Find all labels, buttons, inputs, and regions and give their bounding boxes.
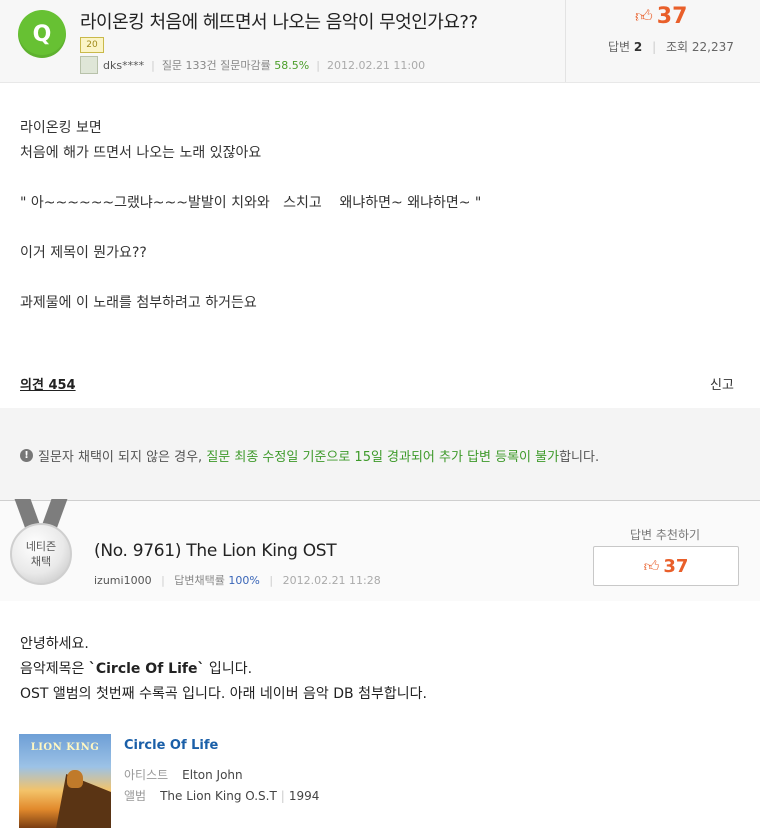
song-album-row: 앨범 The Lion King O.S.T | 1994: [124, 787, 319, 804]
question-body-line: 이거 제목이 뭔가요??: [20, 245, 147, 261]
question-vote-count: 37: [656, 4, 688, 29]
answer-line-suffix: 입니다.: [204, 661, 253, 677]
level-badge: 20: [80, 37, 104, 53]
answer-line: 음악제목은 `Circle Of Life` 입니다.: [20, 657, 427, 682]
artist-label: 아티스트: [124, 768, 169, 782]
notice-highlight: 질문 최종 수정일 기준으로 15일 경과되어 추가 답변 등록이 불가: [206, 450, 560, 465]
divider: |: [652, 40, 657, 54]
divider: |: [161, 574, 165, 587]
answer-author[interactable]: izumi1000: [94, 574, 152, 587]
question-vote[interactable]: 👍︎ 37: [635, 4, 687, 29]
notice-suffix: 합니다.: [559, 450, 600, 465]
answer-body: 안녕하세요. 음악제목은 `Circle Of Life` 입니다. OST 앨…: [20, 632, 427, 707]
divider: |: [151, 58, 155, 72]
album-year: 1994: [288, 789, 320, 803]
comments-link[interactable]: 의견 454: [20, 374, 76, 393]
question-body-line: " 아~~~~~~그랬냐~~~발발이 치와와 스치고 왜냐하면~ 왜냐하면~ ": [20, 195, 482, 211]
divider: |: [316, 58, 320, 72]
question-stats: 답변 2 | 조회 22,237: [608, 38, 734, 55]
answer-line-prefix: 음악제목은: [20, 661, 89, 677]
recommend-label: 답변 추천하기: [630, 528, 701, 542]
artist-name[interactable]: Elton John: [182, 768, 242, 782]
song-artist-row: 아티스트 Elton John: [124, 766, 243, 783]
song-name-bold: `Circle Of Life`: [88, 661, 205, 677]
answers-label: 답변: [608, 40, 631, 54]
question-body-line: 처음에 해가 뜨면서 나오는 노래 있잖아요: [20, 145, 262, 161]
avatar[interactable]: [80, 56, 98, 74]
answer-line: 안녕하세요.: [20, 636, 89, 652]
divider: |: [280, 789, 285, 803]
album-art[interactable]: LION KING: [19, 734, 111, 828]
notice: ! 질문자 채택이 되지 않은 경우, 질문 최종 수정일 기준으로 15일 경…: [20, 446, 599, 465]
notice-prefix: 질문자 채택이 되지 않은 경우,: [38, 450, 203, 465]
recommend-button[interactable]: 👍︎ 37: [593, 546, 739, 586]
album-name[interactable]: The Lion King O.S.T: [160, 789, 277, 803]
close-rate: 58.5%: [274, 58, 310, 72]
answer-line: OST 앨범의 첫번째 수록곡 입니다. 아래 네이버 음악 DB 첨부합니다.: [20, 686, 427, 702]
question-body: 라이온킹 보면 처음에 해가 뜨면서 나오는 노래 있잖아요 " 아~~~~~~…: [20, 116, 481, 316]
answers-count: 2: [633, 40, 643, 54]
divider: |: [269, 574, 274, 587]
album-label: 앨범: [124, 789, 147, 803]
thumbs-up-icon: 👍︎: [643, 556, 660, 575]
info-icon: !: [20, 449, 33, 462]
thumbs-up-icon: 👍︎: [635, 7, 653, 27]
question-body-line: 과제물에 이 노래를 첨부하려고 하거든요: [20, 295, 257, 311]
question-badge-icon: Q: [18, 10, 66, 58]
album-art-title: LION KING: [30, 742, 100, 753]
medal-text: 채택: [30, 555, 52, 568]
report-link[interactable]: 신고: [710, 374, 734, 393]
question-meta: dks**** | 질문 133건 질문마감률 58.5% | 2012.02.…: [80, 56, 425, 74]
medal-text: 네티즌: [25, 540, 57, 553]
views-label: 조회: [665, 40, 689, 54]
answer-meta: izumi1000 | 답변채택률 100% | 2012.02.21 11:2…: [94, 572, 381, 588]
adopt-rate-label: 답변채택률: [174, 574, 225, 587]
question-count: 질문 133건: [161, 59, 217, 72]
medal-icon: 네티즌 채택: [10, 523, 72, 585]
views-count: 22,237: [691, 40, 734, 54]
answer-date: 2012.02.21 11:28: [282, 574, 381, 587]
question-date: 2012.02.21 11:00: [326, 58, 426, 72]
divider: [565, 0, 566, 82]
song-title-link[interactable]: Circle Of Life: [124, 738, 218, 753]
answer-vote-count: 37: [663, 555, 689, 577]
pride-rock: [55, 774, 111, 828]
lion-silhouette: [67, 770, 83, 788]
answer-title: (No. 9761) The Lion King OST: [94, 541, 337, 561]
question-title: 라이온킹 처음에 헤뜨면서 나오는 음악이 무엇인가요??: [80, 12, 478, 33]
close-rate-label: 질문마감률: [220, 59, 271, 72]
adopt-rate: 100%: [228, 574, 260, 587]
question-body-line: 라이온킹 보면: [20, 120, 102, 136]
question-author[interactable]: dks****: [103, 59, 144, 72]
